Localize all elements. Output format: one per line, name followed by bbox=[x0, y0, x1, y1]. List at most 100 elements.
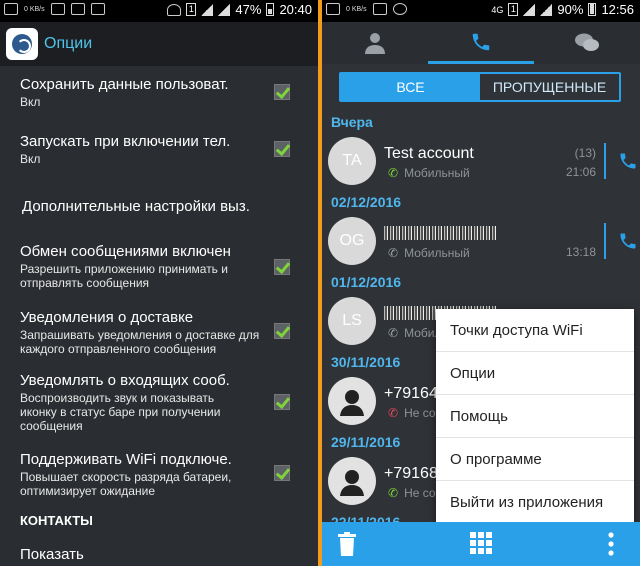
more-vert-icon bbox=[608, 532, 614, 556]
more-options-button[interactable] bbox=[608, 532, 614, 561]
battery-icon bbox=[266, 3, 275, 16]
avatar: TA bbox=[328, 137, 376, 185]
date-header: 01/12/2016 bbox=[331, 274, 402, 290]
dialpad-button[interactable] bbox=[470, 532, 492, 559]
image-icon bbox=[372, 3, 387, 15]
tab-contacts[interactable] bbox=[322, 22, 428, 64]
pref-incoming-notify[interactable]: Уведомлять о входящих сооб. Воспроизводи… bbox=[20, 372, 318, 433]
trash-icon bbox=[338, 532, 356, 556]
pref-title: Уведомлять о входящих сооб. bbox=[20, 372, 230, 389]
pref-title: Дополнительные настройки выз. bbox=[22, 198, 250, 215]
call-type: ✆ Не со bbox=[388, 486, 436, 500]
pref-summary: Разрешить приложению принимать и отправл… bbox=[20, 262, 228, 290]
battery-percent: 90% bbox=[557, 2, 584, 17]
incoming-call-icon: ✆ bbox=[388, 326, 399, 340]
avatar bbox=[328, 457, 376, 505]
date-header: Вчера bbox=[331, 114, 373, 130]
pref-summary: Воспроизводить звук и показывать иконку … bbox=[20, 391, 221, 433]
phone-icon bbox=[472, 33, 490, 51]
call-icon bbox=[620, 153, 636, 169]
checkbox[interactable] bbox=[274, 84, 290, 100]
call-type: ✆Мобильный bbox=[388, 166, 470, 180]
filter-all-button[interactable]: ВСЕ bbox=[341, 74, 480, 100]
clock: 20:40 bbox=[279, 2, 312, 17]
pref-save-user-data[interactable]: Сохранить данные пользоват. Вкл bbox=[20, 76, 318, 109]
call-time: 21:06 bbox=[565, 165, 596, 179]
pref-summary: Запрашивать уведомления о доставке для к… bbox=[20, 328, 260, 356]
call-filter-toggle: ВСЕ ПРОПУЩЕННЫЕ bbox=[339, 72, 621, 102]
pref-wifi-keepalive[interactable]: Поддерживать WiFi подключе. Повышает ско… bbox=[20, 451, 318, 498]
section-header-contacts: КОНТАКТЫ bbox=[20, 513, 93, 528]
tab-bar bbox=[322, 22, 640, 64]
status-bar: 0 KB/s 1 47% 20:40 bbox=[0, 0, 318, 22]
filter-missed-button[interactable]: ПРОПУЩЕННЫЕ bbox=[480, 74, 619, 100]
call-count: (13) bbox=[574, 146, 596, 160]
delete-button[interactable] bbox=[338, 532, 356, 561]
pref-advanced-call-settings[interactable]: Дополнительные настройки выз. bbox=[22, 198, 318, 215]
notification-icon bbox=[326, 3, 340, 15]
date-header: 30/11/2016 bbox=[331, 354, 401, 370]
checkbox[interactable] bbox=[274, 465, 290, 481]
contact-name-redacted bbox=[384, 224, 496, 242]
status-bar: 0 KB/s 4G 1 90% 12:56 bbox=[322, 0, 640, 22]
pref-summary: Повышает скорость разряда батареи, оптим… bbox=[20, 470, 232, 498]
person-icon bbox=[340, 390, 364, 416]
network-type: 4G bbox=[491, 4, 504, 15]
email-icon bbox=[70, 3, 85, 15]
avatar: LS bbox=[328, 297, 376, 345]
signal-icon bbox=[218, 3, 231, 16]
pref-title: Обмен сообщениями включен bbox=[20, 243, 231, 260]
menu-item-about[interactable]: О программе bbox=[436, 438, 634, 481]
sim-icon: 1 bbox=[186, 3, 197, 16]
menu-item-exit[interactable]: Выйти из приложения bbox=[436, 481, 634, 524]
signal-icon bbox=[523, 3, 536, 16]
menu-item-wifi-access-points[interactable]: Точки доступа WiFi bbox=[436, 309, 634, 352]
call-type: ✆ Не со bbox=[388, 406, 436, 420]
battery-percent: 47% bbox=[235, 2, 262, 17]
missed-call-icon: ✆ bbox=[388, 406, 399, 420]
battery-icon bbox=[588, 3, 597, 16]
menu-item-options[interactable]: Опции bbox=[436, 352, 634, 395]
avatar bbox=[328, 377, 376, 425]
dialpad-icon bbox=[470, 532, 492, 554]
checkbox[interactable] bbox=[274, 141, 290, 157]
contact-name: Test account bbox=[384, 145, 474, 162]
call-button[interactable] bbox=[604, 223, 640, 259]
app-logo-icon[interactable] bbox=[6, 28, 38, 60]
contact-number: +79168 bbox=[384, 465, 438, 482]
options-screen: 0 KB/s 1 47% 20:40 Опции Сохранить данны… bbox=[0, 0, 318, 566]
outgoing-call-icon: ✆ bbox=[388, 166, 399, 180]
pref-show-contacts[interactable]: Показать bbox=[20, 546, 318, 563]
checkbox[interactable] bbox=[274, 394, 290, 410]
signal-icon bbox=[201, 3, 214, 16]
notification-icon bbox=[4, 3, 18, 15]
pref-delivery-reports[interactable]: Уведомления о доставке Запрашивать уведо… bbox=[20, 309, 318, 356]
chat-icon bbox=[575, 33, 599, 51]
pref-autostart[interactable]: Запускать при включении тел. Вкл bbox=[20, 133, 318, 166]
pref-messaging[interactable]: Обмен сообщениями включен Разрешить прил… bbox=[20, 243, 318, 290]
contact-number: +79164 bbox=[384, 385, 438, 402]
tab-messages[interactable] bbox=[534, 22, 640, 64]
call-type: ✆Мобильный bbox=[388, 246, 470, 260]
call-button[interactable] bbox=[604, 143, 640, 179]
network-speed: 0 KB/s bbox=[346, 5, 367, 13]
tab-calls[interactable] bbox=[428, 22, 534, 64]
overflow-menu: Точки доступа WiFi Опции Помощь О програ… bbox=[436, 309, 634, 523]
dropbox-icon bbox=[90, 3, 105, 15]
image-icon bbox=[50, 3, 65, 15]
clock: 12:56 bbox=[601, 2, 634, 17]
checkbox[interactable] bbox=[274, 259, 290, 275]
call-log-screen: 0 KB/s 4G 1 90% 12:56 ВСЕ ПРОПУЩЕННЫЕ Вч… bbox=[322, 0, 640, 566]
person-icon bbox=[340, 470, 364, 496]
app-bar: Опции bbox=[0, 22, 318, 66]
circle-icon bbox=[392, 3, 407, 15]
page-title: Опции bbox=[44, 35, 93, 52]
bottom-toolbar bbox=[322, 522, 640, 566]
avatar: OG bbox=[328, 217, 376, 265]
call-icon bbox=[620, 233, 636, 249]
sim-icon: 1 bbox=[508, 3, 519, 16]
checkbox[interactable] bbox=[274, 323, 290, 339]
network-speed: 0 KB/s bbox=[24, 5, 45, 13]
outgoing-call-icon: ✆ bbox=[388, 486, 399, 500]
menu-item-help[interactable]: Помощь bbox=[436, 395, 634, 438]
